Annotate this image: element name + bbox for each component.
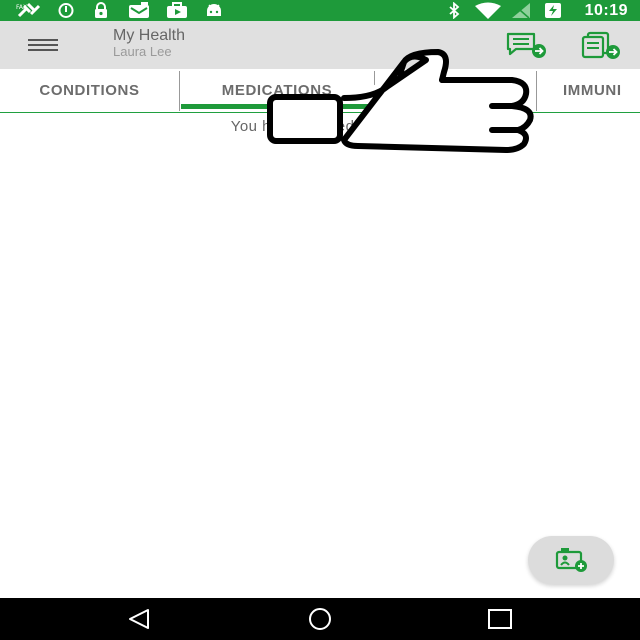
hamburger-menu-icon[interactable] xyxy=(28,36,60,56)
battery-charging-icon xyxy=(544,2,562,19)
signal-off-icon xyxy=(510,2,532,19)
status-time: 10:19 xyxy=(584,2,628,19)
tab-conditions[interactable]: CONDITIONS xyxy=(0,69,179,112)
briefcase-play-icon xyxy=(166,2,188,19)
recents-icon[interactable] xyxy=(480,607,520,631)
svg-text:FAX: FAX xyxy=(16,4,27,11)
mail-icon xyxy=(128,2,150,19)
record-forward-icon[interactable] xyxy=(580,31,624,61)
thumbs-up-icon xyxy=(267,49,534,153)
satellite-icon: FAX xyxy=(16,2,42,19)
add-record-button[interactable] xyxy=(528,536,614,584)
page-title: My Health xyxy=(113,27,186,44)
system-nav-bar xyxy=(0,598,640,640)
add-record-icon xyxy=(555,548,587,572)
sync-icon xyxy=(57,2,75,19)
lock-icon xyxy=(93,2,109,19)
status-bar: FAX 10:19 xyxy=(0,0,640,21)
home-icon[interactable] xyxy=(300,607,340,631)
wifi-icon xyxy=(474,2,502,19)
bluetooth-icon xyxy=(447,2,461,19)
back-icon[interactable] xyxy=(120,607,160,631)
android-icon xyxy=(205,2,223,19)
profile-name: Laura Lee xyxy=(113,44,172,59)
tab-immunizations[interactable]: IMMUNI xyxy=(563,69,640,112)
